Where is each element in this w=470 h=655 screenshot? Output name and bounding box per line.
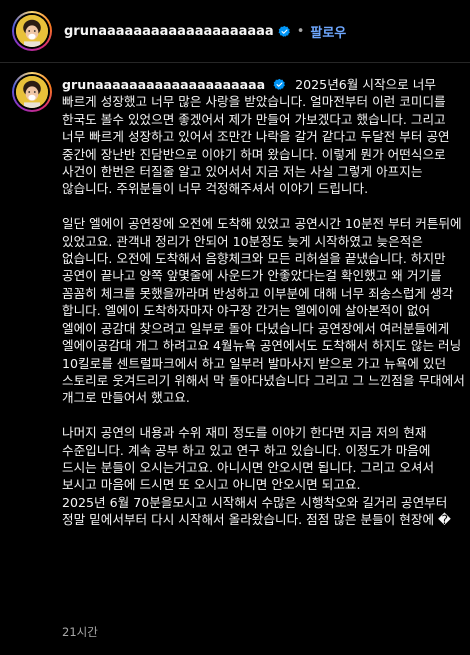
verified-badge-icon [278, 25, 290, 37]
separator-dot: • [296, 23, 305, 39]
post-timestamp[interactable]: 21시간 [62, 624, 98, 640]
avatar-image [16, 76, 48, 108]
header-divider [0, 62, 470, 63]
caption-text: grunaaaaaaaaaaaaaaaaaaaa 2025년6월 시작으로 너무… [62, 76, 466, 529]
header-username[interactable]: grunaaaaaaaaaaaaaaaaaaaa [64, 24, 274, 39]
avatar-image [16, 15, 48, 47]
post-header: grunaaaaaaaaaaaaaaaaaaaa • 팔로우 [0, 0, 470, 62]
header-avatar[interactable] [12, 11, 52, 51]
follow-button[interactable]: 팔로우 [310, 22, 346, 41]
verified-badge-icon [273, 78, 286, 90]
caption-username[interactable]: grunaaaaaaaaaaaaaaaaaaaa [62, 77, 265, 92]
caption-body: 2025년6월 시작으로 너무 빠르게 성장했고 너무 많은 사랑을 받았습니다… [62, 77, 465, 528]
caption-avatar[interactable] [12, 72, 52, 112]
